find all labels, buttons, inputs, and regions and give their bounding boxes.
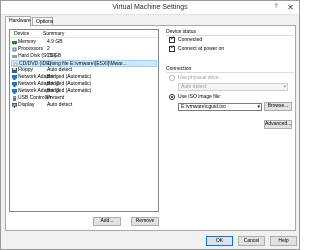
use-iso-image-radio[interactable] (169, 94, 175, 100)
device-summary: Bridged (Automatic) (47, 81, 92, 87)
device-row-cd-dvd[interactable]: CD/DVD (IDE) Using file E:\vmware\[ESXI]… (11, 60, 157, 67)
device-row-network-adapter-3[interactable]: Network Adapter 3 Bridged (Automatic) (11, 88, 157, 95)
list-header: Device Summary (10, 30, 158, 38)
ok-button[interactable]: OK (206, 236, 233, 246)
add-device-button[interactable]: Add... (93, 217, 121, 226)
vm-settings-window: Virtual Machine Settings ? ✕ Hardware Op… (0, 0, 300, 250)
network-adapter-icon (12, 89, 17, 94)
title-bar[interactable]: Virtual Machine Settings ? ✕ (1, 1, 299, 15)
use-physical-drive-label: Use physical drive: (178, 75, 220, 81)
device-summary: Auto detect (47, 102, 73, 108)
divider (166, 35, 294, 36)
device-name: Processors (18, 46, 44, 52)
column-header-summary[interactable]: Summary (43, 31, 64, 37)
connected-checkbox[interactable]: ✓ (169, 36, 176, 43)
device-name: Display (18, 102, 35, 108)
tab-hardware[interactable]: Hardware (5, 16, 31, 26)
device-row-usb-controller[interactable]: USB Controller Present (11, 95, 157, 102)
usb-icon (12, 96, 17, 101)
device-row-network-adapter[interactable]: Network Adapter Bridged (Automatic) (11, 74, 157, 81)
chevron-down-icon: ▾ (257, 104, 260, 110)
cancel-button[interactable]: Cancel (238, 236, 265, 246)
connect-at-power-on-label: Connect at power on (178, 46, 225, 52)
connect-at-power-on-checkbox[interactable]: ✓ (169, 45, 176, 52)
device-row-processors[interactable]: Processors 2 (11, 46, 157, 53)
iso-path-input[interactable]: E:\vmware\cguid.iso ▾ (178, 103, 262, 111)
network-adapter-icon (12, 82, 17, 87)
browse-button[interactable]: Browse... (264, 102, 292, 111)
checkmark-icon: ✓ (170, 36, 176, 42)
chevron-down-icon: ▾ (283, 84, 286, 90)
device-list[interactable]: Device Summary Memory 4.9 GB Processors … (9, 29, 159, 212)
network-adapter-icon (12, 75, 17, 80)
connected-label: Connected (178, 37, 203, 43)
device-row-hard-disk[interactable]: Hard Disk (SCSI) 70 GB (11, 53, 157, 60)
hard-disk-icon (12, 54, 17, 59)
help-button[interactable]: Help (270, 236, 297, 246)
device-row-floppy[interactable]: Floppy Auto detect (11, 67, 157, 74)
close-icon[interactable]: ✕ (284, 3, 297, 12)
remove-device-button[interactable]: Remove (131, 217, 159, 226)
processor-icon (12, 47, 17, 52)
physical-drive-value: Auto detect (181, 84, 207, 90)
column-header-device[interactable]: Device (14, 31, 29, 37)
checkmark-icon: ✓ (170, 45, 176, 51)
device-summary: 2 (47, 46, 50, 52)
device-summary: Bridged (Automatic) (47, 88, 92, 94)
device-summary: Present (47, 95, 65, 101)
device-name: Memory (18, 39, 37, 45)
device-row-memory[interactable]: Memory 4.9 GB (11, 39, 157, 46)
device-summary: Auto detect (47, 67, 73, 73)
iso-path-value: E:\vmware\cguid.iso (181, 104, 226, 110)
display-icon (12, 103, 17, 108)
tab-options[interactable]: Options (32, 17, 53, 25)
floppy-icon (12, 68, 17, 73)
use-iso-image-label: Use ISO image file: (178, 94, 222, 100)
device-summary: 70 GB (47, 53, 62, 59)
device-summary: 4.9 GB (47, 39, 63, 45)
memory-icon (12, 40, 17, 45)
use-physical-drive-radio[interactable] (169, 75, 175, 81)
hardware-panel: Device Summary Memory 4.9 GB Processors … (5, 25, 296, 231)
device-row-network-adapter-2[interactable]: Network Adapter 2 Bridged (Automatic) (11, 81, 157, 88)
help-icon[interactable]: ? (270, 3, 282, 12)
device-name: Floppy (18, 67, 34, 73)
radio-dot (171, 96, 173, 98)
advanced-button[interactable]: Advanced... (264, 120, 292, 129)
physical-drive-select[interactable]: Auto detect ▾ (178, 83, 288, 91)
device-summary: Bridged (Automatic) (47, 74, 92, 80)
divider (166, 72, 294, 73)
device-row-display[interactable]: Display Auto detect (11, 102, 157, 109)
window-title: Virtual Machine Settings (112, 4, 188, 11)
